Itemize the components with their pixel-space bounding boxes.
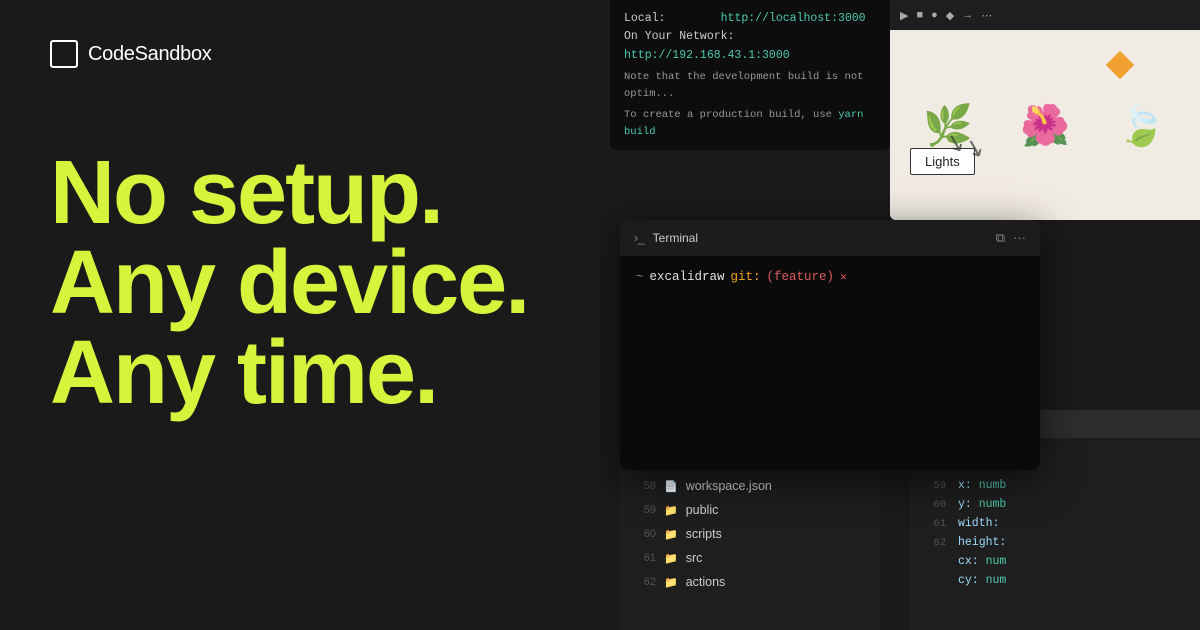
terminal-expand-btn[interactable]: ⧉ xyxy=(996,230,1005,246)
code-content-61: width: xyxy=(958,517,999,530)
foldername-scripts: scripts xyxy=(686,527,722,541)
line-num-62: 62 xyxy=(636,576,656,588)
prompt-x: ✕ xyxy=(840,270,847,284)
code-line-59: 59 x: numb xyxy=(910,476,1200,495)
file-tree-item-actions[interactable]: 62 📁 actions xyxy=(620,570,880,594)
diamond-toolbar-icon[interactable]: ◆ xyxy=(946,9,954,22)
code-content-cy: cy: num xyxy=(958,574,1006,587)
server-note2: To create a production build, use yarn b… xyxy=(624,107,876,141)
plant-icon-2: 🌺 xyxy=(1020,102,1070,149)
terminal-prompt-line: ~ excalidraw git: (feature) ✕ xyxy=(636,270,1024,284)
code-line-61: 61 width: xyxy=(910,514,1200,533)
code-linenum-61: 61 xyxy=(922,518,946,530)
file-tree-item-public[interactable]: 59 📁 public xyxy=(620,498,880,522)
server-network-line: On Your Network: http://192.168.43.1:300… xyxy=(624,28,876,65)
file-icon-workspace: 📄 xyxy=(664,480,678,493)
line-num-59: 59 xyxy=(636,504,656,516)
plant-icon-3: 🍃 xyxy=(1117,102,1167,149)
headline-line1: No setup. xyxy=(50,148,570,238)
circle-icon[interactable]: ● xyxy=(931,9,938,21)
botanical-illustrations: 🌿 🌺 🍃 xyxy=(890,30,1200,220)
logo-area: CodeSandbox xyxy=(50,40,570,68)
terminal-body: ~ excalidraw git: (feature) ✕ xyxy=(620,256,1040,298)
local-label: Local: xyxy=(624,12,665,25)
code-content-59: x: numb xyxy=(958,479,1006,492)
design-panel: ▶ ■ ● ◆ → ⋯ 🌿 🌺 🍃 Lights ↘↘ xyxy=(890,0,1200,220)
foldername-actions: actions xyxy=(686,575,726,589)
network-url: http://192.168.43.1:3000 xyxy=(624,49,790,62)
headline-line3: Any time. xyxy=(50,328,570,418)
logo-text: CodeSandbox xyxy=(88,43,211,66)
local-url: http://localhost:3000 xyxy=(721,12,866,25)
code-linenum-60: 60 xyxy=(922,499,946,511)
folder-icon-src: 📁 xyxy=(664,552,678,565)
code-line-62: 62 height: xyxy=(910,533,1200,552)
hero-section: CodeSandbox No setup. Any device. Any ti… xyxy=(0,0,620,630)
stop-icon[interactable]: ■ xyxy=(916,9,923,21)
code-linenum-62: 62 xyxy=(922,537,946,549)
line-num-61: 61 xyxy=(636,552,656,564)
right-section: Local: http://localhost:3000 On Your Net… xyxy=(600,0,1200,630)
design-toolbar: ▶ ■ ● ◆ → ⋯ xyxy=(890,0,1200,30)
server-panel: Local: http://localhost:3000 On Your Net… xyxy=(610,0,890,150)
foldername-src: src xyxy=(686,551,703,565)
play-icon[interactable]: ▶ xyxy=(900,9,908,22)
prompt-git-label: git: xyxy=(731,270,761,284)
foldername-public: public xyxy=(686,503,719,517)
code-line-cx: cx: num xyxy=(910,552,1200,571)
code-content-cx: cx: num xyxy=(958,555,1006,568)
terminal-header: ›_ Terminal ⧉ ··· xyxy=(620,220,1040,256)
code-line-60: 60 y: numb xyxy=(910,495,1200,514)
code-line-cy: cy: num xyxy=(910,571,1200,590)
terminal-title: Terminal xyxy=(653,231,988,245)
codesandbox-logo-icon xyxy=(50,40,78,68)
folder-icon-public: 📁 xyxy=(664,504,678,517)
line-num-58: 58 xyxy=(636,480,656,492)
code-linenum-59: 59 xyxy=(922,480,946,492)
file-tree-panel: 57 📄 project.json 58 📄 workspace.json 59… xyxy=(620,450,880,630)
arrow-right-icon[interactable]: → xyxy=(962,9,973,21)
headline-line2: Any device. xyxy=(50,238,570,328)
code-content-62: height: xyxy=(958,536,1006,549)
folder-icon-scripts: 📁 xyxy=(664,528,678,541)
server-local-line: Local: http://localhost:3000 xyxy=(624,10,876,28)
terminal-menu-btn[interactable]: ··· xyxy=(1013,230,1026,246)
network-label: On Your Network: xyxy=(624,30,734,43)
file-tree-item-scripts[interactable]: 60 📁 scripts xyxy=(620,522,880,546)
folder-icon-actions: 📁 xyxy=(664,576,678,589)
file-tree-item-workspace[interactable]: 58 📄 workspace.json xyxy=(620,474,880,498)
prompt-arrow-icon: ~ xyxy=(636,270,644,284)
design-canvas: 🌿 🌺 🍃 Lights ↘↘ xyxy=(890,30,1200,220)
terminal-window: ›_ Terminal ⧉ ··· ~ excalidraw git: (fea… xyxy=(620,220,1040,470)
file-tree-item-src[interactable]: 61 📁 src xyxy=(620,546,880,570)
prompt-branch: (feature) xyxy=(767,270,835,284)
server-note1: Note that the development build is not o… xyxy=(624,69,876,103)
code-content-60: y: numb xyxy=(958,498,1006,511)
hero-headline: No setup. Any device. Any time. xyxy=(50,148,570,418)
terminal-prompt-icon: ›_ xyxy=(634,231,645,245)
prompt-directory: excalidraw xyxy=(650,270,725,284)
terminal-actions: ⧉ ··· xyxy=(996,230,1026,246)
filename-workspace: workspace.json xyxy=(686,479,772,493)
line-num-60: 60 xyxy=(636,528,656,540)
more-icon[interactable]: ⋯ xyxy=(981,9,992,22)
